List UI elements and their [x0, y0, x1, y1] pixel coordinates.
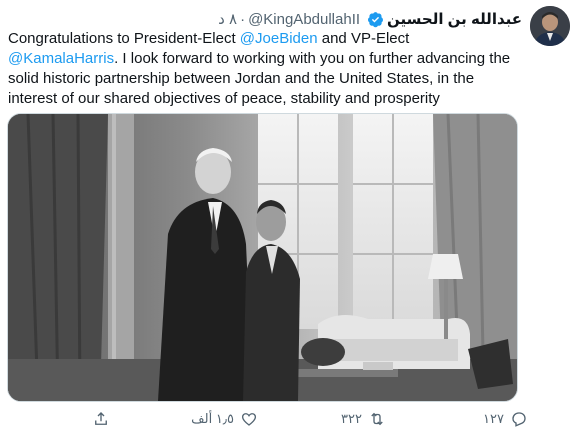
mention-link[interactable]: @JoeBiden	[240, 30, 318, 47]
tweet-timestamp[interactable]: ٨ د	[218, 10, 237, 28]
retweet-icon	[371, 412, 383, 426]
mention-link[interactable]: @KamalaHarris	[8, 50, 114, 67]
retweet-count: ٣٢٢	[341, 411, 362, 426]
separator-dot: ·	[240, 10, 246, 28]
tweet-text-part: and VP-Elect	[317, 30, 410, 47]
reply-icon	[512, 412, 526, 427]
tweet-action-bar: ١٢٧ ٣٢٢ ١٫٥ ألف	[0, 406, 578, 432]
avatar-image	[530, 6, 570, 46]
tweet-text: Congratulations to President-Elect @JoeB…	[8, 29, 514, 109]
like-count: ١٫٥ ألف	[191, 411, 234, 426]
tweet-card[interactable]: عبدالله بن الحسين @KingAbdullahII · ٨ د …	[0, 0, 578, 441]
author-avatar[interactable]	[530, 6, 570, 46]
reply-button[interactable]: ١٢٧	[483, 406, 528, 432]
author-handle[interactable]: @KingAbdullahII	[248, 11, 360, 28]
like-button[interactable]: ١٫٥ ألف	[191, 406, 258, 432]
retweet-button[interactable]: ٣٢٢	[341, 406, 386, 432]
photo-image	[8, 114, 517, 401]
tweet-photo[interactable]	[7, 113, 518, 402]
heart-icon	[241, 413, 257, 426]
tweet-header: عبدالله بن الحسين @KingAbdullahII · ٨ د	[218, 10, 522, 29]
tweet-text-part: Congratulations to President-Elect	[8, 30, 240, 47]
author-name[interactable]: عبدالله بن الحسين	[387, 10, 522, 28]
share-icon	[95, 412, 107, 425]
verified-badge-icon	[367, 11, 384, 28]
reply-count: ١٢٧	[483, 411, 504, 426]
share-button[interactable]	[92, 406, 110, 432]
